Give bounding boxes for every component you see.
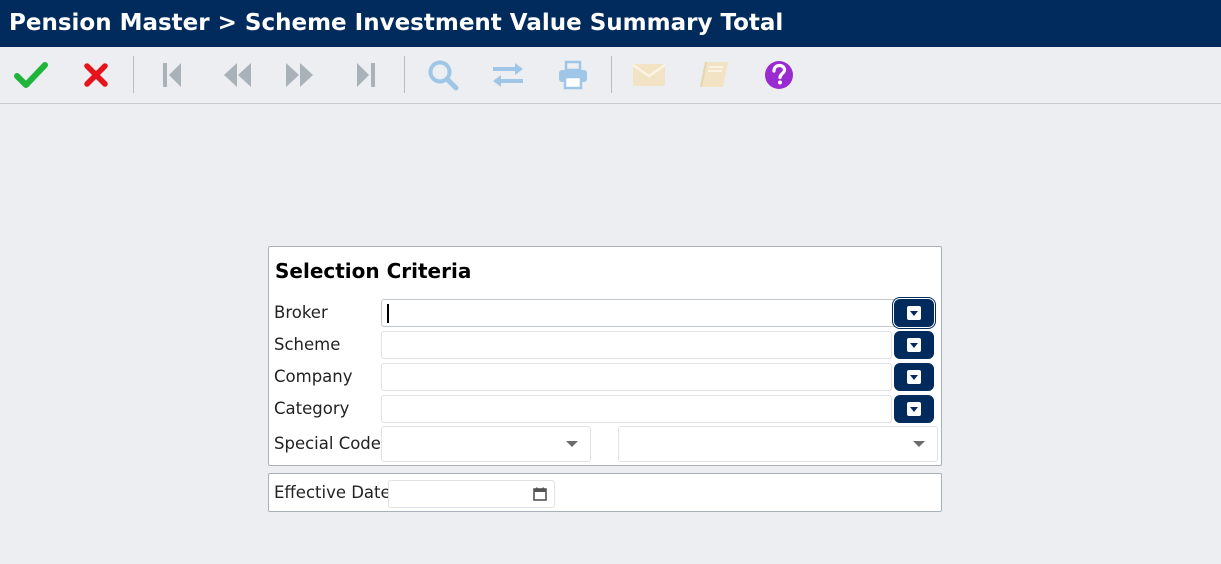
search-button[interactable] — [425, 57, 461, 93]
check-icon — [14, 62, 48, 88]
chevron-down-icon — [566, 441, 578, 447]
text-cursor — [387, 304, 389, 323]
dropdown-box-icon — [907, 370, 921, 384]
calendar-icon[interactable] — [533, 487, 547, 501]
dropdown-box-icon — [907, 306, 921, 320]
category-lookup-button[interactable] — [894, 395, 934, 423]
previous-record-button[interactable] — [219, 57, 255, 93]
category-field[interactable] — [381, 395, 892, 423]
last-record-icon — [357, 63, 375, 87]
first-record-icon — [163, 63, 181, 87]
broker-label: Broker — [274, 303, 328, 322]
scheme-label: Scheme — [274, 335, 341, 354]
dropdown-box-icon — [907, 402, 921, 416]
print-button[interactable] — [555, 57, 591, 93]
last-record-button[interactable] — [348, 57, 384, 93]
toolbar-separator — [133, 56, 134, 93]
dropdown-box-icon — [907, 338, 921, 352]
swap-button[interactable] — [490, 57, 526, 93]
search-icon — [428, 60, 459, 91]
effective-date-field[interactable] — [388, 480, 555, 508]
toolbar-separator — [404, 56, 405, 93]
selection-criteria-title: Selection Criteria — [275, 259, 472, 283]
book-button[interactable] — [696, 57, 732, 93]
broker-lookup-button[interactable] — [894, 299, 934, 327]
effective-date-panel: Effective Date — [268, 473, 942, 512]
cancel-button[interactable] — [78, 57, 114, 93]
window-title: Pension Master > Scheme Investment Value… — [0, 0, 1221, 47]
email-button[interactable] — [631, 57, 667, 93]
company-field[interactable] — [381, 363, 892, 391]
selection-criteria-panel: Selection Criteria Broker Scheme Company… — [268, 246, 942, 466]
book-icon — [700, 61, 728, 88]
print-icon — [559, 60, 587, 90]
help-icon — [765, 61, 793, 89]
next-record-button[interactable] — [282, 57, 318, 93]
mail-icon — [632, 63, 666, 86]
help-button[interactable] — [761, 57, 797, 93]
toolbar — [0, 47, 1221, 104]
close-icon — [84, 63, 108, 87]
previous-record-icon — [224, 63, 251, 87]
save-button[interactable] — [13, 57, 49, 93]
next-record-icon — [286, 63, 313, 87]
special-code-select-1[interactable] — [381, 426, 591, 462]
broker-field[interactable] — [381, 299, 927, 327]
swap-icon — [493, 63, 523, 87]
chevron-down-icon — [913, 441, 925, 447]
effective-date-label: Effective Date — [274, 483, 391, 502]
first-record-button[interactable] — [154, 57, 190, 93]
company-lookup-button[interactable] — [894, 363, 934, 391]
toolbar-separator — [611, 56, 612, 93]
special-code-label: Special Code — [274, 434, 381, 453]
scheme-field[interactable] — [381, 331, 892, 359]
scheme-lookup-button[interactable] — [894, 331, 934, 359]
category-label: Category — [274, 399, 350, 418]
special-code-select-2[interactable] — [618, 426, 938, 462]
company-label: Company — [274, 367, 353, 386]
